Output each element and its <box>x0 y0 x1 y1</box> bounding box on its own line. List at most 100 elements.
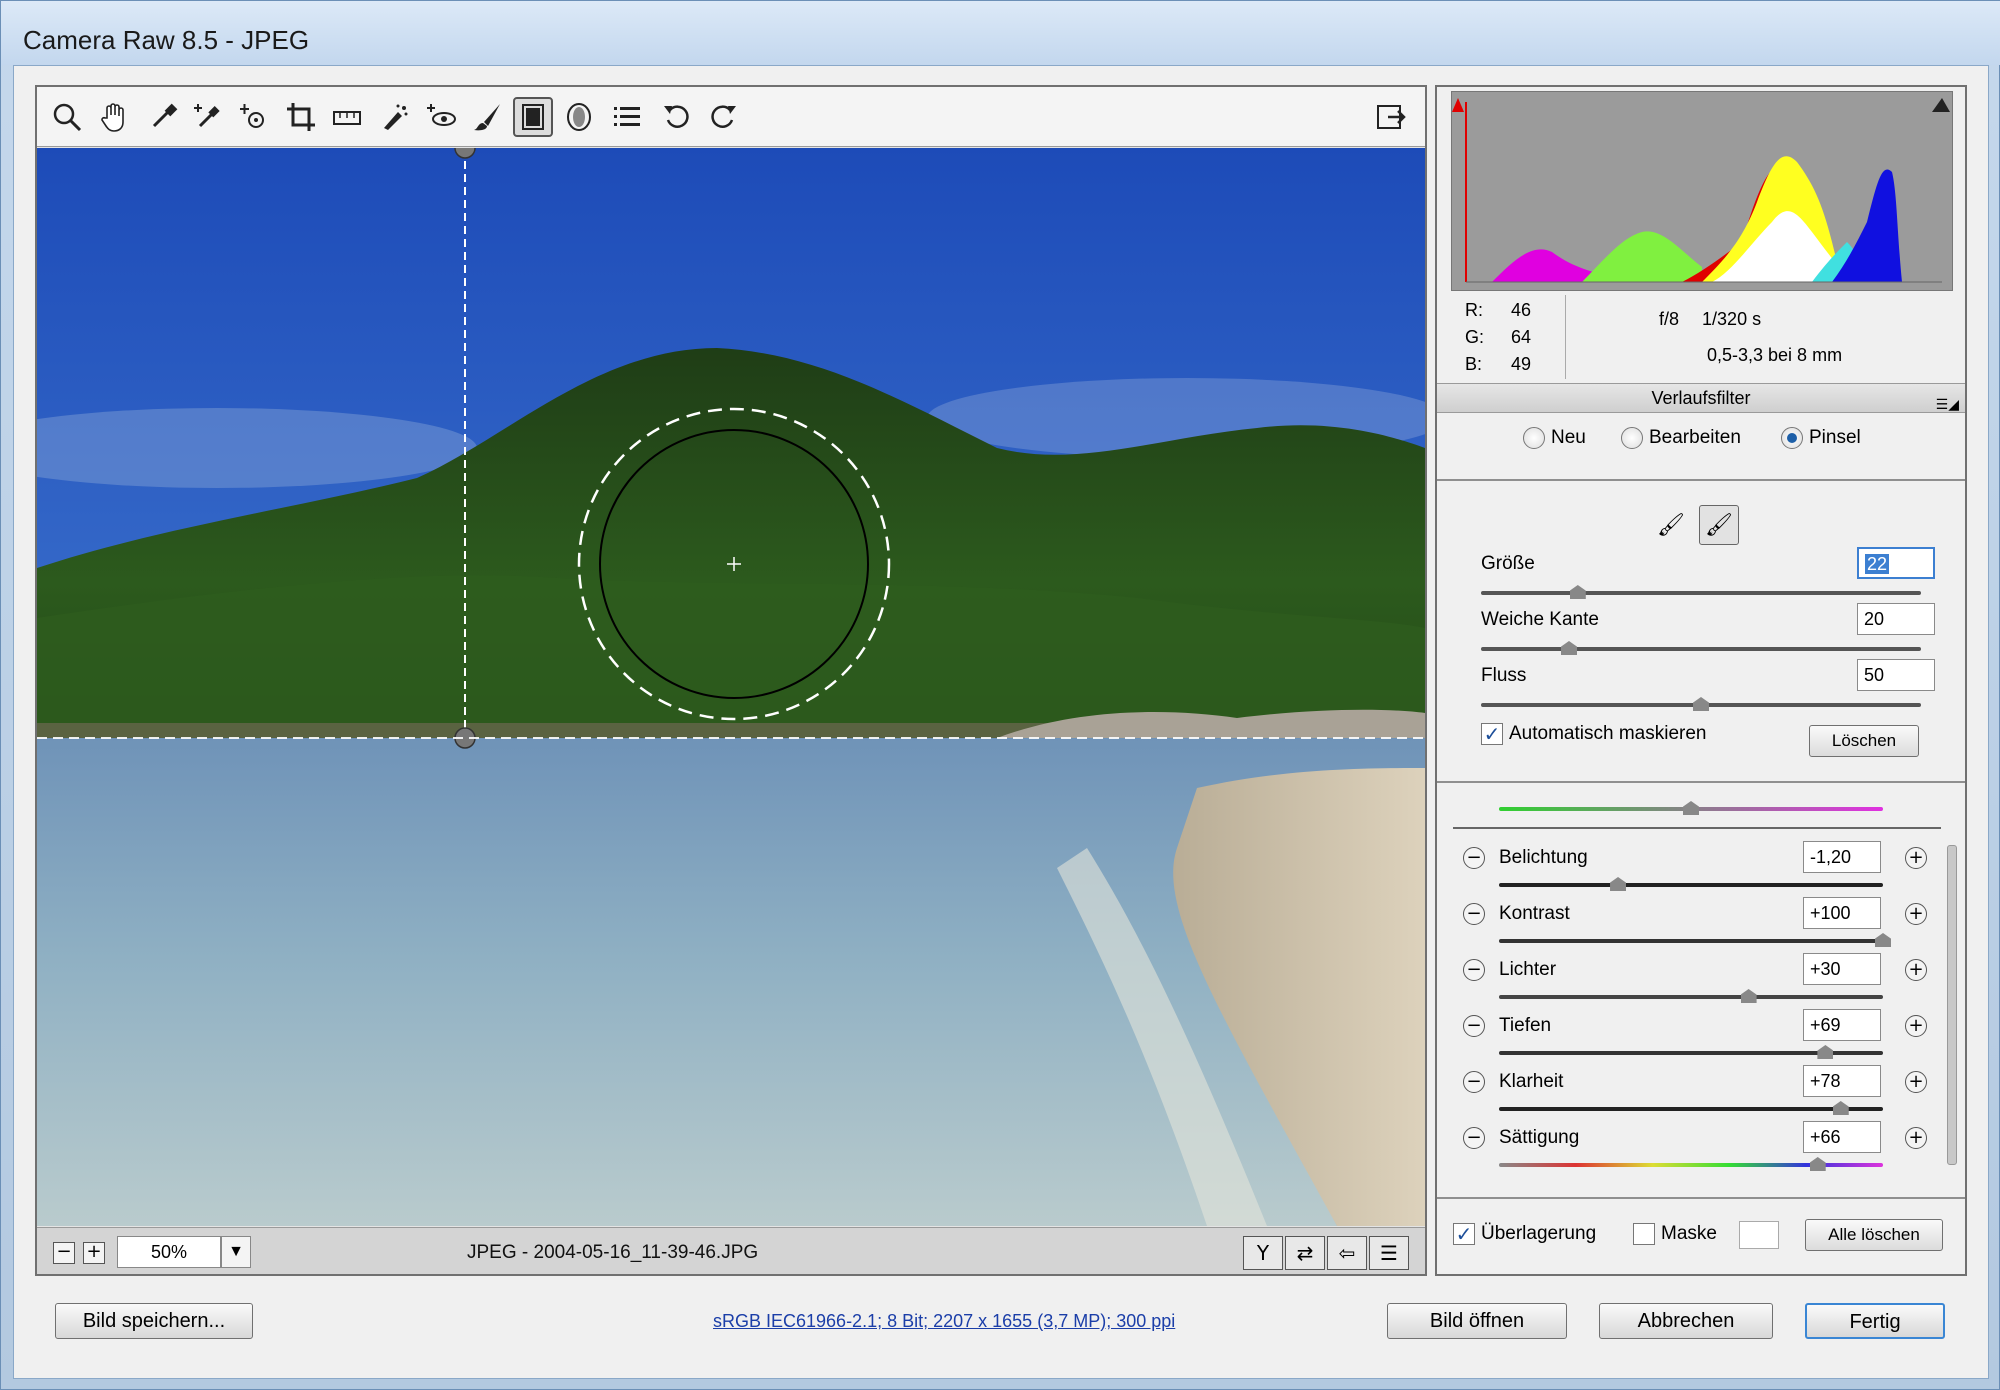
done-button[interactable]: Fertig <box>1805 1303 1945 1339</box>
tint-thumb[interactable] <box>1683 801 1699 815</box>
adjustment-slider[interactable] <box>1499 989 1883 1003</box>
straighten-icon[interactable] <box>327 97 367 137</box>
zoom-level-field[interactable]: 50% <box>117 1236 221 1268</box>
increase-icon[interactable]: + <box>1905 1015 1927 1037</box>
r-label: R: <box>1465 300 1483 320</box>
zoom-dropdown-arrow[interactable]: ▼ <box>221 1236 251 1268</box>
crop-icon[interactable] <box>281 97 321 137</box>
zoom-icon[interactable] <box>47 97 87 137</box>
tint-slider[interactable] <box>1499 801 1883 815</box>
mode-edit-dot[interactable] <box>1621 427 1643 449</box>
adjustment-slider[interactable] <box>1499 1157 1883 1171</box>
color-sampler-icon[interactable] <box>187 97 227 137</box>
increase-icon[interactable]: + <box>1905 903 1927 925</box>
image-canvas[interactable] <box>37 148 1425 1226</box>
mode-new-dot[interactable] <box>1523 427 1545 449</box>
brush-size-field[interactable]: 22 <box>1857 547 1935 579</box>
feather-thumb[interactable] <box>1561 641 1577 655</box>
adjustment-slider[interactable] <box>1499 933 1891 947</box>
workflow-options-link[interactable]: sRGB IEC61966-2.1; 8 Bit; 2207 x 1655 (3… <box>713 1311 1175 1332</box>
overlay-options: ✓ Überlagerung Maske Alle löschen <box>1437 1207 1965 1267</box>
radial-filter-icon[interactable] <box>559 97 599 137</box>
overlay-checkbox[interactable]: ✓ Überlagerung <box>1453 1223 1596 1245</box>
decrease-icon[interactable]: − <box>1463 847 1485 869</box>
mode-brush-radio[interactable]: Pinsel <box>1781 427 1861 449</box>
increase-icon[interactable]: + <box>1905 1071 1927 1093</box>
adjustment-value-field[interactable]: +30 <box>1803 953 1881 985</box>
panel-menu-icon[interactable]: ☰◢ <box>1936 390 1959 418</box>
rotate-right-icon[interactable] <box>703 97 743 137</box>
brush-mode-icons: 🖌 🖌 <box>1651 505 1739 545</box>
decrease-icon[interactable]: − <box>1463 1015 1485 1037</box>
mode-edit-radio[interactable]: Bearbeiten <box>1621 427 1741 449</box>
rotate-left-icon[interactable] <box>657 97 697 137</box>
brush-add-icon[interactable]: 🖌 <box>1651 505 1691 545</box>
adjustment-slider[interactable] <box>1499 1045 1883 1059</box>
flow-thumb[interactable] <box>1693 697 1709 711</box>
graduated-filter-icon[interactable] <box>513 97 553 137</box>
mask-box[interactable] <box>1633 1223 1655 1245</box>
feather-field[interactable]: 20 <box>1857 603 1935 635</box>
flow-field[interactable]: 50 <box>1857 659 1935 691</box>
mode-brush-dot[interactable] <box>1781 427 1803 449</box>
mode-new-radio[interactable]: Neu <box>1523 427 1586 449</box>
adjustments-scroll-area[interactable]: − Belichtung -1,20 + − Kontrast +100 + − Lichter +… <box>1437 785 1965 1193</box>
adjustment-thumb[interactable] <box>1832 1101 1849 1115</box>
mask-checkbox[interactable]: Maske <box>1633 1223 1717 1245</box>
clear-all-button[interactable]: Alle löschen <box>1805 1219 1943 1251</box>
save-image-button[interactable]: Bild speichern... <box>55 1303 253 1339</box>
red-eye-icon[interactable] <box>421 97 461 137</box>
adjustment-value-field[interactable]: +66 <box>1803 1121 1881 1153</box>
adjustment-thumb[interactable] <box>1875 933 1891 947</box>
adjustment-label: Kontrast <box>1499 903 1570 924</box>
hand-icon[interactable] <box>95 97 135 137</box>
open-image-button[interactable]: Bild öffnen <box>1387 1303 1567 1339</box>
spot-removal-icon[interactable] <box>375 97 415 137</box>
increase-icon[interactable]: + <box>1905 847 1927 869</box>
adjustment-value-field[interactable]: +78 <box>1803 1065 1881 1097</box>
adjustment-thumb[interactable] <box>1809 1157 1826 1171</box>
adjustment-thumb[interactable] <box>1740 989 1757 1003</box>
brush-size-thumb[interactable] <box>1569 585 1586 599</box>
decrease-icon[interactable]: − <box>1463 1071 1485 1093</box>
adjustment-value-field[interactable]: +69 <box>1803 1009 1881 1041</box>
decrease-icon[interactable]: − <box>1463 959 1485 981</box>
auto-mask-checkbox[interactable]: ✓ Automatisch maskieren <box>1481 723 1706 745</box>
swap-settings-icon[interactable]: ⇄ <box>1285 1236 1325 1270</box>
brush-size-slider[interactable] <box>1481 585 1921 599</box>
adjustment-slider[interactable] <box>1499 877 1883 891</box>
adjustment-thumb[interactable] <box>1817 1045 1834 1059</box>
toggle-settings-icon[interactable]: ☰ <box>1369 1236 1409 1270</box>
flow-slider[interactable] <box>1481 697 1921 711</box>
feather-slider[interactable] <box>1481 641 1921 655</box>
adjustment-value-field[interactable]: -1,20 <box>1803 841 1881 873</box>
decrease-icon[interactable]: − <box>1463 1127 1485 1149</box>
before-after-view-icon[interactable]: Y <box>1243 1236 1283 1270</box>
eyedropper-icon[interactable] <box>143 97 183 137</box>
preferences-icon[interactable] <box>607 97 647 137</box>
adjustment-slider[interactable] <box>1499 1101 1883 1115</box>
auto-mask-box[interactable]: ✓ <box>1481 723 1503 745</box>
zoom-in-button[interactable]: + <box>83 1242 105 1264</box>
targeted-adjustment-icon[interactable] <box>233 97 273 137</box>
increase-icon[interactable]: + <box>1905 1127 1927 1149</box>
mask-color-swatch[interactable] <box>1739 1221 1779 1249</box>
adjustment-brush-icon[interactable] <box>467 97 507 137</box>
fullscreen-toggle-icon[interactable] <box>1371 97 1411 137</box>
zoom-out-button[interactable]: − <box>53 1242 75 1264</box>
flow-label: Fluss <box>1481 665 1527 686</box>
overlay-box[interactable]: ✓ <box>1453 1223 1475 1245</box>
decrease-icon[interactable]: − <box>1463 903 1485 925</box>
clear-brush-button[interactable]: Löschen <box>1809 725 1919 757</box>
scroll-thumb[interactable] <box>1947 845 1957 1165</box>
mode-brush-label: Pinsel <box>1809 427 1861 448</box>
b-label: B: <box>1465 354 1483 374</box>
brush-size-value: 22 <box>1865 554 1890 574</box>
adjustment-value-field[interactable]: +100 <box>1803 897 1881 929</box>
brush-erase-icon[interactable]: 🖌 <box>1699 505 1739 545</box>
increase-icon[interactable]: + <box>1905 959 1927 981</box>
cancel-button[interactable]: Abbrechen <box>1599 1303 1773 1339</box>
adjustment-thumb[interactable] <box>1610 877 1627 891</box>
copy-settings-icon[interactable]: ⇦ <box>1327 1236 1367 1270</box>
adjustments-scrollbar[interactable] <box>1945 789 1959 1189</box>
